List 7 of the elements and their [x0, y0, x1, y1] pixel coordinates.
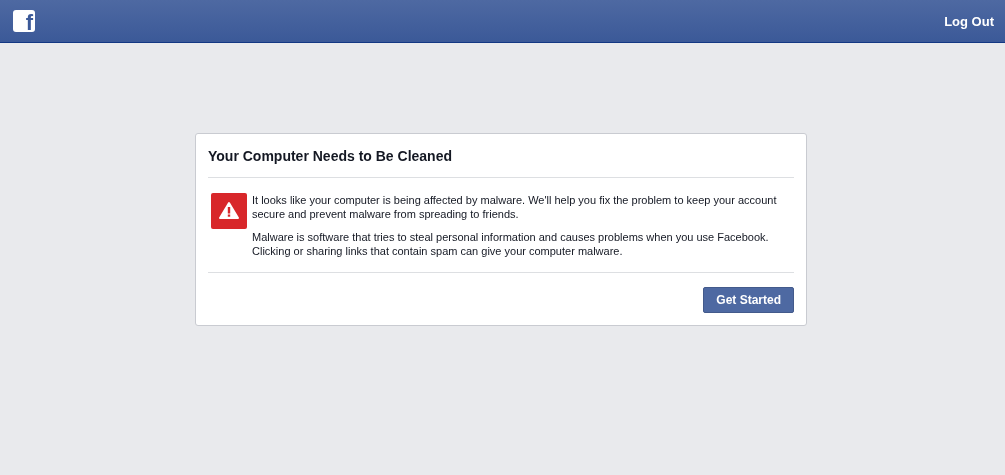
- warning-icon: [211, 193, 247, 229]
- get-started-button[interactable]: Get Started: [703, 287, 794, 313]
- log-out-link[interactable]: Log Out: [944, 13, 994, 29]
- dialog-title: Your Computer Needs to Be Cleaned: [208, 134, 794, 178]
- message-paragraph: It looks like your computer is being affected by malware. We'll help you fix the problem to keep your account secure and prevent malware from spreading to friends.: [252, 193, 778, 221]
- message-paragraph: Malware is software that tries to steal personal information and causes problems when you use Facebook. Clicking or sharing links that contain spam can give your computer malware.: [252, 230, 770, 258]
- logo[interactable]: f: [13, 10, 35, 32]
